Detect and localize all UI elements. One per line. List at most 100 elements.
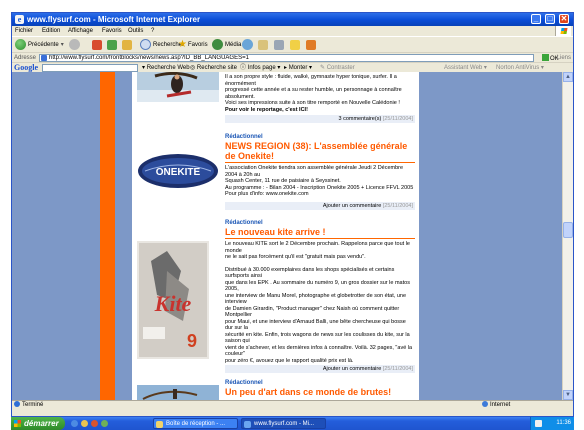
article-2-category[interactable]: Rédactionnel — [225, 133, 415, 141]
google-logo[interactable]: Google — [14, 63, 38, 72]
discuss-button[interactable] — [306, 38, 316, 51]
zone-label: Internet — [490, 402, 511, 408]
google-page-info-label: Infos page — [247, 65, 276, 71]
article-2-add-comment-link[interactable]: Ajouter un commentaire — [323, 203, 381, 209]
quicklaunch-outlook-icon[interactable] — [81, 420, 88, 427]
go-arrow-icon — [542, 54, 549, 61]
article-2-line-1: L'association Onekite tiendra son assemb… — [225, 165, 404, 178]
home-button[interactable] — [122, 38, 132, 51]
task-flysurf-label: www.flysurf.com - Mi... — [254, 421, 315, 427]
kite-magazine-cover: Kite 9 — [137, 241, 209, 359]
back-button[interactable]: Précédente ▾ — [15, 38, 64, 51]
links-button[interactable]: Liens — [557, 54, 571, 62]
status-text: Terminé — [14, 401, 43, 409]
print-button[interactable] — [274, 38, 284, 51]
google-search-input[interactable] — [42, 64, 138, 72]
article-2-divider — [225, 162, 415, 163]
title-bar[interactable]: e www.flysurf.com - Microsoft Internet E… — [12, 13, 573, 26]
back-label: Précédente — [28, 41, 59, 48]
norton-antivirus-button[interactable]: Norton AntiVirus ▾ — [496, 64, 544, 72]
globe-icon — [482, 401, 488, 407]
back-dropdown-icon[interactable]: ▾ — [61, 41, 64, 48]
task-flysurf[interactable]: www.flysurf.com - Mi... — [241, 418, 326, 429]
article-3-divider — [225, 238, 415, 239]
ie-page-icon — [14, 401, 20, 407]
forward-arrow-icon — [69, 39, 80, 50]
google-up-label: Monter — [288, 65, 308, 71]
vertical-scrollbar[interactable]: ▲ ▼ — [562, 72, 573, 400]
article-3-line-9: sécurité en kite. Enfin, trois wagons de… — [225, 331, 410, 345]
kitesurfer-photo — [137, 72, 219, 102]
onekite-logo-text: ONEKITE — [156, 167, 201, 178]
network-icon[interactable] — [535, 420, 542, 427]
google-page-info-button[interactable]: ⓘ Infos page ▾ — [240, 64, 280, 72]
article-1-line-2: progressé cette année et a su rester hum… — [225, 87, 402, 100]
google-search-site-button[interactable]: ◎ Recherche site — [190, 64, 237, 72]
article-2-text: Rédactionnel NEWS REGION (38): L'assembl… — [225, 133, 415, 198]
stop-button[interactable] — [92, 38, 102, 51]
mail-button[interactable] — [258, 38, 268, 51]
quicklaunch-ie-icon[interactable] — [71, 420, 78, 427]
article-3-line-11: pour zéro €, avouez que le rapport quali… — [225, 357, 354, 364]
article-3-line-10: vient de s'achever, et les dernières inf… — [225, 344, 413, 358]
menu-fichier[interactable]: Fichier — [15, 27, 33, 35]
menu-edition[interactable]: Edition — [42, 27, 60, 35]
history-button[interactable] — [242, 38, 255, 51]
article-3-headline[interactable]: Le nouveau kite arrive ! — [225, 227, 415, 237]
article-1-comments-link[interactable]: 3 commentaire(s) — [338, 116, 381, 122]
menu-bar: Fichier Edition Affichage Favoris Outils… — [12, 26, 573, 36]
quicklaunch-media-icon[interactable] — [91, 420, 98, 427]
article-3-line-5: que dans les EPK . Au sommaire du numéro… — [225, 279, 410, 293]
history-icon — [242, 39, 253, 50]
article-3-category[interactable]: Rédactionnel — [225, 219, 415, 227]
article-1-line-3: Voici ses impressions suite à son titre … — [225, 100, 400, 106]
status-label: Terminé — [22, 402, 44, 408]
system-tray: 11:36 — [530, 417, 574, 430]
start-button[interactable]: démarrer — [11, 417, 65, 430]
ie-task-icon — [244, 421, 251, 428]
windows-flag-icon — [14, 420, 21, 427]
scroll-thumb[interactable] — [563, 222, 573, 238]
status-bar: Terminé Internet — [12, 400, 573, 409]
article-2-headline[interactable]: NEWS REGION (38): L'assemblée générale d… — [225, 141, 415, 161]
article-4-headline[interactable]: Un peu d'art dans ce monde de brutes! — [225, 387, 415, 397]
article-1-report-link[interactable]: Pour voir le reportage, c'est ICI! — [225, 107, 415, 114]
menu-affichage[interactable]: Affichage — [68, 27, 93, 35]
edit-icon — [290, 39, 300, 50]
forward-button[interactable] — [69, 38, 82, 51]
google-search-web-button[interactable]: ▾ Recherche Web — [142, 64, 190, 72]
article-2-footer: Ajouter un commentaire [25/11/2004] — [225, 202, 415, 210]
maximize-button[interactable]: □ — [545, 14, 555, 24]
google-up-button[interactable]: ▸ Monter ▾ — [284, 64, 312, 72]
google-highlight-button[interactable]: ✎ Contraster — [320, 64, 355, 72]
clock: 11:36 — [556, 420, 571, 426]
address-input[interactable]: http://www.flysurf.com/frontblocks/news/… — [39, 54, 534, 62]
article-1-text: Il a son propre style : fluide, walké, g… — [225, 74, 415, 113]
menu-favoris[interactable]: Favoris — [102, 27, 122, 35]
close-button[interactable]: ✕ — [559, 14, 569, 24]
article-4-category[interactable]: Rédactionnel — [225, 379, 415, 387]
edit-button[interactable] — [290, 38, 300, 51]
favorites-button[interactable]: ★ Favoris — [178, 38, 208, 51]
quicklaunch-desktop-icon[interactable] — [101, 420, 108, 427]
article-2-line-4[interactable]: Pour plus d'info: www.onekite.com — [225, 191, 415, 198]
article-3-add-comment-link[interactable]: Ajouter un commentaire — [323, 366, 381, 372]
address-url: http://www.flysurf.com/frontblocks/news/… — [49, 55, 249, 61]
menu-outils[interactable]: Outils — [128, 27, 143, 35]
refresh-button[interactable] — [107, 38, 117, 51]
media-button[interactable]: Média — [212, 38, 241, 51]
scroll-up-arrow-icon[interactable]: ▲ — [563, 72, 573, 82]
menu-help[interactable]: ? — [151, 27, 154, 35]
kite-cover-number: 9 — [187, 331, 197, 351]
ie-window: e www.flysurf.com - Microsoft Internet E… — [11, 12, 574, 417]
scroll-down-arrow-icon[interactable]: ▼ — [563, 390, 573, 400]
google-popup-button[interactable]: Assistant Web ▾ — [444, 64, 487, 72]
page-content: Il a son propre style : fluide, walké, g… — [12, 72, 573, 400]
task-inbox[interactable]: Boîte de réception - ... — [153, 418, 238, 429]
minimize-button[interactable]: _ — [531, 14, 541, 24]
article-1-date: [25/11/2004] — [382, 116, 413, 122]
refresh-icon — [107, 39, 117, 50]
news-column: Il a son propre style : fluide, walké, g… — [132, 72, 419, 400]
onekite-logo: ONEKITE — [137, 151, 219, 191]
home-icon — [122, 39, 132, 50]
